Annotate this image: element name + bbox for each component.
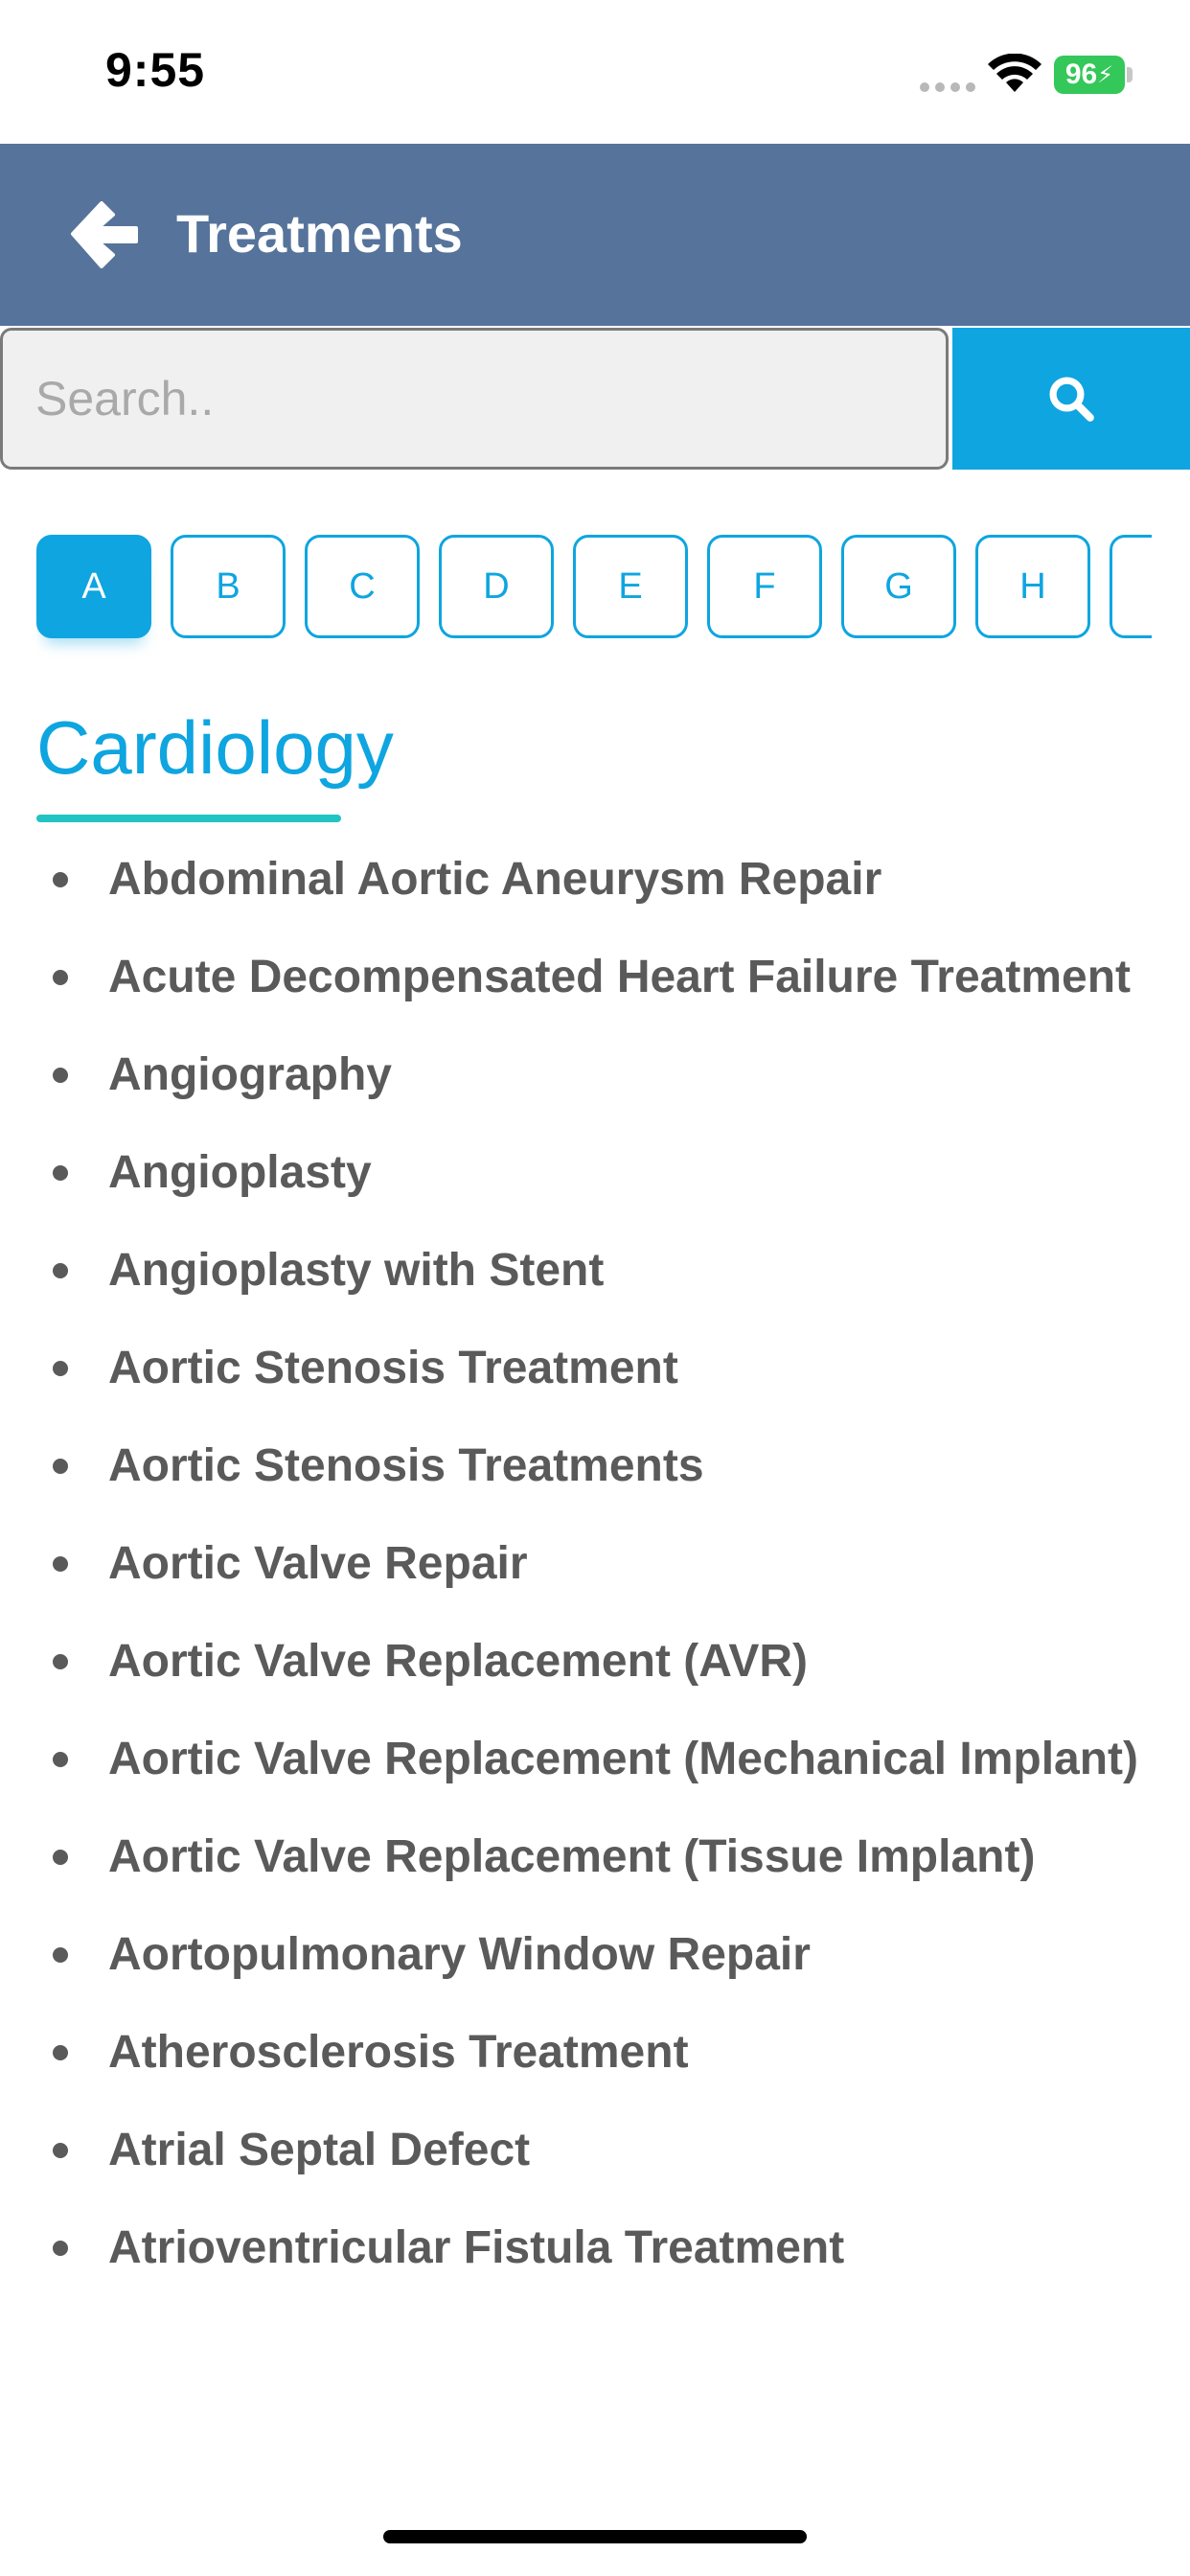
status-bar: 9:55 96 ⚡ xyxy=(0,0,1190,144)
search-icon xyxy=(1049,377,1094,422)
bullet xyxy=(53,1068,68,1083)
wifi-icon xyxy=(988,54,1041,92)
bullet xyxy=(53,1459,68,1474)
bullet xyxy=(53,1947,68,1963)
list-item[interactable]: Angioplasty with Stent xyxy=(0,1234,1190,1307)
list-item[interactable]: Atherosclerosis Treatment xyxy=(0,2016,1190,2089)
treatment-label: Aortic Valve Replacement (Mechanical Imp… xyxy=(108,1734,1139,1784)
treatment-list: Abdominal Aortic Aneurysm Repair Acute D… xyxy=(0,843,1190,2310)
list-item[interactable]: Aortic Stenosis Treatments xyxy=(0,1430,1190,1503)
list-item[interactable]: Acute Decompensated Heart Failure Treatm… xyxy=(0,941,1190,1014)
treatment-label: Atrial Septal Defect xyxy=(108,2125,531,2175)
letter-button-partial[interactable] xyxy=(1110,535,1152,638)
letter-filter-bar: A B C D E F G H xyxy=(36,535,1152,659)
back-button[interactable] xyxy=(63,194,144,274)
list-item[interactable]: Aortic Valve Replacement (AVR) xyxy=(0,1625,1190,1698)
list-item[interactable]: Angiography xyxy=(0,1039,1190,1112)
treatment-label: Angioplasty with Stent xyxy=(108,1245,605,1296)
bullet xyxy=(53,1556,68,1572)
battery-level: 96 xyxy=(1064,58,1098,90)
letter-button-g[interactable]: G xyxy=(841,535,956,638)
home-indicator[interactable] xyxy=(383,2530,807,2543)
bullet xyxy=(53,1361,68,1376)
letter-button-f[interactable]: F xyxy=(707,535,822,638)
section-title: Cardiology xyxy=(36,705,394,790)
treatment-label: Aortic Stenosis Treatment xyxy=(108,1343,678,1393)
list-item[interactable]: Aortic Valve Replacement (Mechanical Imp… xyxy=(0,1723,1190,1796)
bullet xyxy=(53,2241,68,2256)
treatment-label: Aortic Stenosis Treatments xyxy=(108,1440,704,1491)
letter-button-c[interactable]: C xyxy=(305,535,420,638)
list-item[interactable]: Atrioventricular Fistula Treatment xyxy=(0,2212,1190,2285)
search-button[interactable] xyxy=(952,328,1190,470)
section-underline xyxy=(36,815,341,822)
bullet xyxy=(53,1263,68,1278)
list-item[interactable]: Aortic Valve Repair xyxy=(0,1528,1190,1600)
letter-button-d[interactable]: D xyxy=(439,535,554,638)
arrow-left-icon xyxy=(71,201,138,268)
page-title: Treatments xyxy=(176,203,463,264)
bullet xyxy=(53,2143,68,2158)
treatment-label: Abdominal Aortic Aneurysm Repair xyxy=(108,854,882,905)
bullet xyxy=(53,1654,68,1669)
search-input[interactable] xyxy=(0,328,949,470)
bullet xyxy=(53,872,68,887)
list-item[interactable]: Aortopulmonary Window Repair xyxy=(0,1919,1190,1991)
battery-charging-icon: 96 ⚡ xyxy=(1054,56,1125,94)
bullet xyxy=(53,970,68,985)
letter-button-a[interactable]: A xyxy=(36,535,151,638)
letter-button-b[interactable]: B xyxy=(171,535,286,638)
list-item[interactable]: Angioplasty xyxy=(0,1137,1190,1209)
bullet xyxy=(53,1752,68,1767)
list-item[interactable]: Aortic Valve Replacement (Tissue Implant… xyxy=(0,1821,1190,1894)
treatment-label: Aortic Valve Replacement (AVR) xyxy=(108,1636,809,1687)
treatment-label: Atrioventricular Fistula Treatment xyxy=(108,2222,845,2273)
treatment-label: Aortopulmonary Window Repair xyxy=(108,1929,811,1980)
treatment-label: Angioplasty xyxy=(108,1147,372,1198)
bullet xyxy=(53,1165,68,1181)
letter-button-h[interactable]: H xyxy=(975,535,1090,638)
list-item[interactable]: Abdominal Aortic Aneurysm Repair xyxy=(0,843,1190,916)
treatment-label: Acute Decompensated Heart Failure Treatm… xyxy=(108,952,1131,1002)
signal-dots-icon xyxy=(920,82,975,92)
treatment-label: Angiography xyxy=(108,1049,392,1100)
letter-button-e[interactable]: E xyxy=(573,535,688,638)
list-item[interactable]: Atrial Septal Defect xyxy=(0,2114,1190,2187)
battery-tip xyxy=(1127,67,1133,82)
bullet xyxy=(53,2045,68,2060)
treatment-label: Aortic Valve Repair xyxy=(108,1538,528,1589)
app-header: Treatments xyxy=(0,144,1190,326)
status-time: 9:55 xyxy=(105,43,206,97)
bullet xyxy=(53,1850,68,1865)
treatment-label: Aortic Valve Replacement (Tissue Implant… xyxy=(108,1831,1036,1882)
treatment-label: Atherosclerosis Treatment xyxy=(108,2027,689,2078)
list-item[interactable]: Aortic Stenosis Treatment xyxy=(0,1332,1190,1405)
